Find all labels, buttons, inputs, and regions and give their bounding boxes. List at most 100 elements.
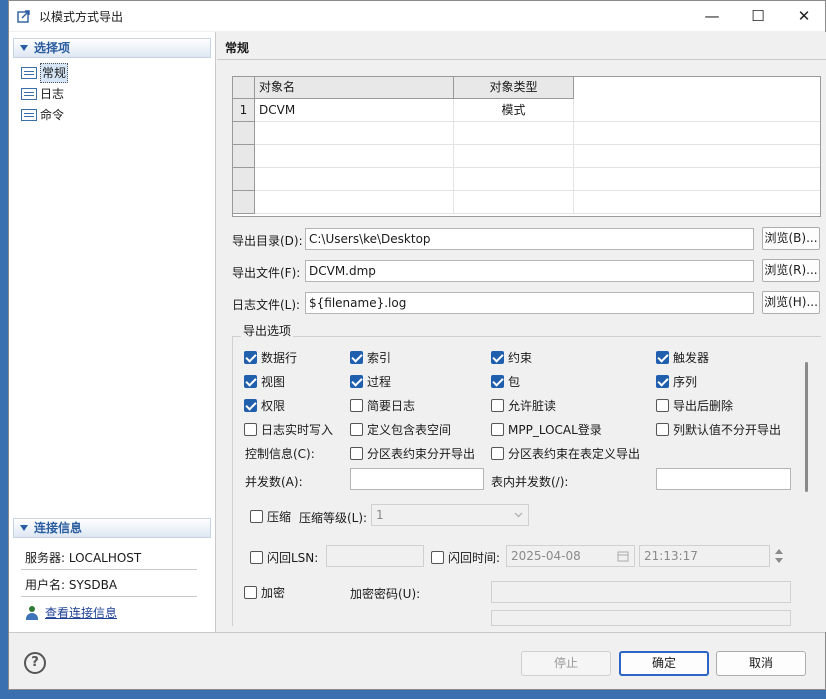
column-header-type[interactable]: 对象类型 [454,77,574,99]
checkbox-packages[interactable]: 包 [491,373,520,390]
column-header-name[interactable]: 对象名 [255,77,454,99]
object-grid[interactable]: 对象名 对象类型 1 DCVM 模式 [232,76,821,217]
table-cell-empty[interactable] [454,168,574,191]
ok-button[interactable]: 确定 [619,651,709,676]
checkbox-checked-icon [656,375,669,388]
nav-item-general[interactable]: 常规 [21,63,69,83]
checkbox-privileges[interactable]: 权限 [244,397,285,414]
checkbox-checked-icon [244,399,257,412]
checkbox-constraints[interactable]: 约束 [491,349,532,366]
flashback-date-input[interactable]: 2025-04-08 [506,545,635,567]
checkbox-unchecked-icon [431,551,444,564]
server-info: 服务器: LOCALHOST [25,551,142,565]
main-panel: 常规 对象名 对象类型 1 DCVM 模式 导出目录(D): C:\Users\… [217,32,826,632]
view-connection-link[interactable]: 查看连接信息 [25,604,117,621]
table-cell-empty [574,168,820,191]
flashback-lsn-input[interactable] [326,545,424,567]
maximize-icon: ☐ [751,7,765,25]
user-icon [25,605,39,620]
checkbox-checked-icon [350,351,363,364]
checkbox-flashback-time[interactable]: 闪回时间: [431,549,500,566]
checkbox-unchecked-icon [250,551,263,564]
encrypt-password-input[interactable] [491,581,791,603]
checkbox-column-default[interactable]: 列默认值不分开导出 [656,421,781,438]
checkbox-indexes[interactable]: 索引 [350,349,391,366]
title-bar: 以模式方式导出 — ☐ ✕ [9,1,825,31]
divider [9,632,825,633]
checkbox-partition-constraints-separate[interactable]: 分区表约束分开导出 [350,445,475,462]
checkbox-dirty-read[interactable]: 允许脏读 [491,397,556,414]
table-cell-empty[interactable] [454,122,574,145]
checkbox-checked-icon [244,351,257,364]
checkbox-data-rows[interactable]: 数据行 [244,349,297,366]
maximize-button[interactable]: ☐ [735,1,781,31]
row-header[interactable]: 1 [233,99,255,122]
checkbox-realtime-log[interactable]: 日志实时写入 [244,421,333,438]
checkbox-sequences[interactable]: 序列 [656,373,697,390]
log-file-input[interactable]: ${filename}.log [305,292,754,314]
row-header[interactable] [233,145,255,168]
checkbox-views[interactable]: 视图 [244,373,285,390]
nav-item-command[interactable]: 命令 [21,106,64,124]
left-panel: 选择项 常规 日志 命令 连接信息 服务器: LOCALHOST 用户名: SY… [9,32,216,632]
spinner-icon[interactable] [774,546,784,566]
nav-item-log[interactable]: 日志 [21,85,64,103]
table-cell-empty[interactable] [255,168,454,191]
table-cell-empty[interactable] [454,145,574,168]
checkbox-unchecked-icon [244,586,257,599]
grid-corner [233,77,255,99]
cancel-button[interactable]: 取消 [716,651,806,676]
checkbox-delete-after-export[interactable]: 导出后删除 [656,397,733,414]
table-cell-name[interactable]: DCVM [255,99,454,122]
concurrency-input[interactable] [350,468,484,490]
stop-button[interactable]: 停止 [521,651,611,676]
table-cell-empty[interactable] [255,145,454,168]
connection-section-header[interactable]: 连接信息 [13,518,211,538]
checkbox-unchecked-icon [491,399,504,412]
browse-dir-button[interactable]: 浏览(B)... [762,227,820,250]
checkbox-partition-constraints-in-def[interactable]: 分区表约束在表定义导出 [491,445,640,462]
flashback-time-input[interactable]: 21:13:17 [639,545,770,567]
export-file-input[interactable]: DCVM.dmp [305,260,754,282]
checkbox-unchecked-icon [656,423,669,436]
table-cell-empty[interactable] [454,191,574,214]
checkbox-procedures[interactable]: 过程 [350,373,391,390]
compress-level-select[interactable]: 1 [371,504,529,526]
checkbox-brief-log[interactable]: 简要日志 [350,397,415,414]
table-cell-empty[interactable] [255,191,454,214]
user-info: 用户名: SYSDBA [25,578,118,592]
row-header[interactable] [233,168,255,191]
table-concurrency-input[interactable] [656,468,791,490]
row-header[interactable] [233,191,255,214]
close-button[interactable]: ✕ [781,1,826,31]
checkbox-encrypt[interactable]: 加密 [244,584,285,601]
row-header[interactable] [233,122,255,145]
checkbox-mpp-local-login[interactable]: MPP_LOCAL登录 [491,421,602,438]
collapse-triangle-icon [20,45,28,51]
export-dir-input[interactable]: C:\Users\ke\Desktop [305,228,754,250]
table-cell-type[interactable]: 模式 [454,99,574,122]
checkbox-checked-icon [656,351,669,364]
divider [217,59,826,60]
table-cell-empty [574,145,820,168]
help-icon[interactable]: ? [24,652,46,674]
checkbox-unchecked-icon [491,423,504,436]
export-dialog: 以模式方式导出 — ☐ ✕ 选择项 常规 日志 命令 连接信息 服务器: LOC… [8,0,826,690]
browse-file-button[interactable]: 浏览(R)... [762,259,820,282]
select-section-header[interactable]: 选择项 [13,38,211,58]
close-icon: ✕ [797,7,811,25]
options-scrollbar[interactable] [805,362,808,492]
concurrency-label: 并发数(A): [245,475,303,489]
browse-log-button[interactable]: 浏览(H)... [762,291,820,314]
table-cell-empty[interactable] [255,122,454,145]
calendar-icon [617,551,629,562]
checkbox-triggers[interactable]: 触发器 [656,349,709,366]
checkbox-unchecked-icon [350,447,363,460]
export-app-icon [17,10,30,23]
minimize-button[interactable]: — [689,1,735,31]
checkbox-include-tablespace[interactable]: 定义包含表空间 [350,421,451,438]
encrypt-algorithm-input[interactable] [491,610,791,626]
checkbox-unchecked-icon [491,447,504,460]
checkbox-flashback-lsn[interactable]: 闪回LSN: [250,549,318,566]
checkbox-compress[interactable]: 压缩 [250,508,291,525]
